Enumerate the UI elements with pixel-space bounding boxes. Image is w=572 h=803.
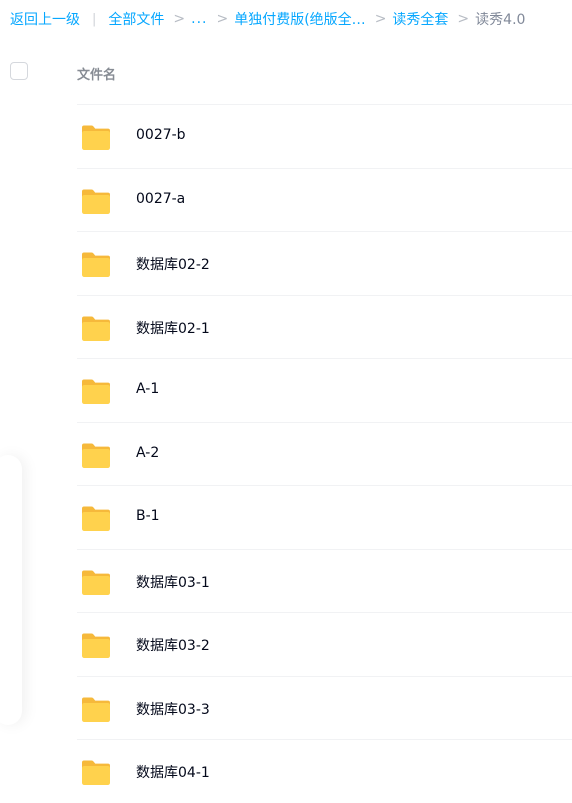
folder-icon	[82, 316, 110, 341]
chevron-right-icon: >	[457, 11, 470, 27]
file-list: 0027-b 0027-a 数据库02-2 数据库02-1 A-1 A-2 B-1 数据库03…	[77, 104, 572, 803]
file-name: 0027-a	[136, 190, 186, 207]
file-row[interactable]: 0027-a	[77, 167, 572, 232]
file-name: A-1	[136, 381, 160, 397]
folder-icon	[82, 252, 110, 277]
chevron-right-icon: >	[374, 11, 387, 27]
file-name: 数据库02-1	[136, 320, 210, 337]
breadcrumb-root[interactable]: 全部文件	[108, 9, 164, 29]
side-panel-edge	[0, 455, 22, 725]
breadcrumb-folder-1[interactable]: 单独付费版(绝版全…	[234, 9, 365, 29]
breadcrumb-folder-2[interactable]: 读秀全套	[392, 9, 448, 29]
file-name: 0027-b	[136, 127, 186, 143]
file-row[interactable]: 数据库02-2	[77, 231, 572, 295]
file-name: A-2	[136, 444, 160, 461]
file-row[interactable]: 数据库02-1	[77, 294, 572, 359]
file-row[interactable]: 数据库04-1	[77, 739, 572, 803]
file-row[interactable]: A-1	[77, 358, 572, 422]
folder-icon	[82, 506, 110, 531]
file-name: 数据库03-2	[136, 638, 210, 654]
folder-icon	[82, 125, 110, 150]
file-list-header: 文件名	[0, 50, 572, 104]
folder-icon	[82, 633, 110, 658]
chevron-right-icon: >	[173, 11, 186, 27]
file-row[interactable]: 数据库03-2	[77, 612, 572, 676]
breadcrumb-ellipsis[interactable]: ...	[191, 11, 207, 27]
file-name: 数据库03-3	[136, 701, 210, 718]
folder-icon	[82, 697, 110, 722]
file-name: 数据库02-2	[136, 257, 210, 273]
file-name: B-1	[136, 508, 160, 524]
file-row[interactable]: 数据库03-3	[77, 675, 572, 740]
file-name: 数据库04-1	[136, 765, 210, 781]
breadcrumb-divider: |	[92, 11, 97, 27]
select-all-checkbox[interactable]	[10, 62, 28, 80]
chevron-right-icon: >	[216, 11, 229, 27]
back-link[interactable]: 返回上一级	[10, 9, 80, 29]
file-row[interactable]: 数据库03-1	[77, 548, 572, 613]
column-header-name[interactable]: 文件名	[77, 64, 116, 83]
file-row[interactable]: 0027-b	[77, 104, 572, 168]
file-row[interactable]: B-1	[77, 485, 572, 549]
folder-icon	[82, 760, 110, 785]
folder-icon	[82, 189, 110, 214]
folder-icon	[82, 443, 110, 468]
file-name: 数据库03-1	[136, 574, 210, 591]
folder-icon	[82, 379, 110, 404]
breadcrumb-current: 读秀4.0	[475, 12, 526, 28]
breadcrumb: 返回上一级 | 全部文件 > ... > 单独付费版(绝版全… > 读秀全套 >…	[10, 8, 525, 30]
folder-icon	[82, 570, 110, 595]
file-row[interactable]: A-2	[77, 421, 572, 486]
